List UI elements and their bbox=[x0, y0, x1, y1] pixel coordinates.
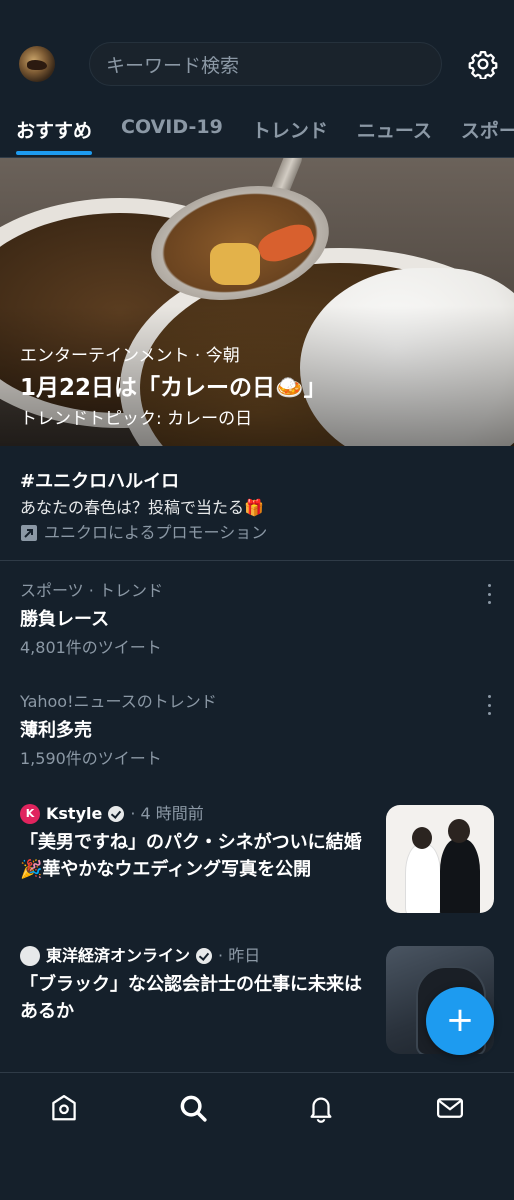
news-time: · 4 時間前 bbox=[130, 804, 204, 823]
hero-category: エンターテインメント · 今朝 bbox=[20, 346, 240, 366]
hero-trend-card[interactable]: エンターテインメント · 今朝 1月22日は「カレーの日🍛」 トレンドトピック:… bbox=[0, 158, 514, 446]
trend-item[interactable]: Yahoo!ニュースのトレンド 薄利多売 1,590件のツイート bbox=[20, 691, 490, 771]
search-input[interactable]: キーワード検索 bbox=[89, 42, 442, 86]
top-header: キーワード検索 bbox=[0, 0, 514, 110]
bottom-nav bbox=[0, 1073, 514, 1200]
compose-plus-icon: + bbox=[445, 1000, 475, 1040]
promotion-text: ユニクロによるプロモーション bbox=[44, 523, 268, 542]
tab-recommended[interactable]: おすすめ bbox=[16, 110, 93, 158]
row-divider bbox=[0, 560, 514, 561]
promoted-hashtag: #ユニクロハルイロ bbox=[20, 471, 180, 492]
news-thumbnail[interactable] bbox=[386, 805, 494, 913]
thumbnail-bride-head bbox=[412, 827, 432, 849]
source-name: Kstyle bbox=[46, 804, 103, 823]
thumbnail-groom bbox=[440, 839, 480, 913]
tab-label: COVID-19 bbox=[121, 116, 223, 138]
bell-icon[interactable] bbox=[306, 1093, 336, 1123]
thumbnail-groom-head bbox=[448, 819, 470, 843]
hero-image-potato bbox=[210, 243, 260, 285]
tab-label: ニュース bbox=[356, 120, 432, 142]
verified-icon bbox=[196, 948, 213, 964]
search-icon[interactable] bbox=[178, 1093, 208, 1123]
trend-category: Yahoo!ニュースのトレンド bbox=[20, 692, 217, 711]
tab-covid19[interactable]: COVID-19 bbox=[121, 110, 223, 158]
mail-icon[interactable] bbox=[435, 1093, 465, 1123]
tab-label: スポー bbox=[460, 120, 514, 142]
promotion-label: ユニクロによるプロモーション bbox=[20, 520, 490, 546]
hero-title: 1月22日は「カレーの日🍛」 bbox=[20, 375, 327, 401]
promoted-description: あなたの春色は？投稿で当たる🎁 bbox=[20, 498, 264, 517]
hero-subtitle: トレンドトピック: カレーの日 bbox=[20, 409, 253, 429]
trend-title: 勝負レース bbox=[20, 609, 110, 630]
tab-trends[interactable]: トレンド bbox=[252, 110, 328, 158]
home-icon[interactable] bbox=[49, 1093, 79, 1123]
news-title: 「ブラック」な公認会計士の仕事に未来はあるか bbox=[20, 974, 362, 1022]
news-source-row: 東洋経済オンライン · 昨日 bbox=[20, 945, 370, 967]
thumbnail-bride bbox=[406, 845, 440, 913]
tab-label: おすすめ bbox=[16, 120, 93, 142]
verified-icon bbox=[108, 806, 125, 822]
trend-category: スポーツ · トレンド bbox=[20, 581, 163, 600]
tab-bar: おすすめ COVID-19 トレンド ニュース スポー bbox=[0, 110, 514, 158]
trend-item[interactable]: スポーツ · トレンド 勝負レース 4,801件のツイート bbox=[20, 580, 490, 660]
trend-count: 1,590件のツイート bbox=[20, 749, 162, 768]
avatar[interactable] bbox=[19, 46, 55, 82]
tab-news[interactable]: ニュース bbox=[357, 110, 432, 158]
promo-arrow-icon bbox=[21, 525, 37, 541]
active-tab-indicator bbox=[16, 151, 93, 155]
search-placeholder: キーワード検索 bbox=[106, 54, 240, 77]
source-logo bbox=[20, 946, 40, 966]
news-item[interactable]: 東洋経済オンライン · 昨日 「ブラック」な公認会計士の仕事に未来はあるか bbox=[20, 945, 370, 1025]
more-icon[interactable] bbox=[484, 695, 494, 715]
trend-count: 4,801件のツイート bbox=[20, 638, 162, 657]
more-icon[interactable] bbox=[484, 584, 494, 604]
compose-button[interactable]: + bbox=[426, 987, 494, 1055]
news-item[interactable]: K Kstyle · 4 時間前 「美男ですね」のパク・シネがついに結婚🎉華やか… bbox=[20, 803, 370, 883]
gear-icon[interactable] bbox=[468, 49, 498, 79]
promoted-trend[interactable]: #ユニクロハルイロ あなたの春色は？投稿で当たる🎁 ユニクロによるプロモーション bbox=[20, 468, 490, 546]
tab-sports[interactable]: スポー bbox=[461, 110, 514, 158]
news-time: · 昨日 bbox=[218, 946, 261, 965]
source-name: 東洋経済オンライン bbox=[46, 946, 191, 965]
tab-label: トレンド bbox=[251, 120, 328, 142]
news-source-row: K Kstyle · 4 時間前 bbox=[20, 803, 370, 825]
hero-text: エンターテインメント · 今朝 1月22日は「カレーの日🍛」 トレンドトピック:… bbox=[20, 344, 500, 432]
source-logo: K bbox=[20, 804, 40, 824]
trend-title: 薄利多売 bbox=[20, 720, 92, 741]
news-title: 「美男ですね」のパク・シネがついに結婚🎉華やかなウエディング写真を公開 bbox=[20, 832, 362, 880]
